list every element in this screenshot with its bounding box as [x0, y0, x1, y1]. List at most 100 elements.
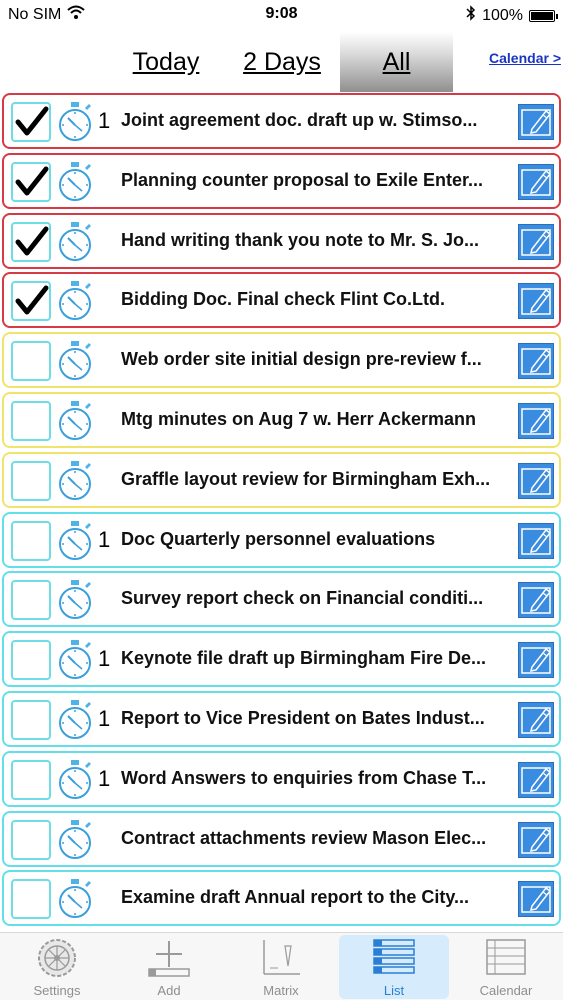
task-row-6[interactable]: Mtg minutes on Aug 7 w. Herr Ackermann	[2, 392, 561, 448]
edit-button[interactable]	[518, 164, 554, 200]
status-right: 100%	[466, 5, 558, 26]
task-checkbox[interactable]	[11, 281, 51, 321]
task-row-3[interactable]: Hand writing thank you note to Mr. S. Jo…	[2, 213, 561, 269]
task-checkbox[interactable]	[11, 760, 51, 800]
stopwatch-icon[interactable]	[56, 639, 94, 686]
stopwatch-icon[interactable]	[56, 460, 94, 507]
task-row-11[interactable]: 1 Report to Vice President on Bates Indu…	[2, 691, 561, 747]
edit-button[interactable]	[518, 702, 554, 738]
stopwatch-icon[interactable]	[56, 101, 94, 148]
tab-bar-label: Settings	[33, 983, 81, 998]
tab-bar-label: Add	[157, 983, 181, 998]
stopwatch-icon[interactable]	[56, 759, 94, 806]
task-row-13[interactable]: Contract attachments review Mason Elec..…	[2, 811, 561, 867]
bottom-tab-bar: Settings Add Matrix List Calendar	[0, 932, 563, 1000]
battery-icon	[529, 9, 558, 22]
task-title: Doc Quarterly personnel evaluations	[121, 529, 436, 549]
tab-all[interactable]: All	[340, 32, 453, 92]
timer-count: 1	[98, 706, 111, 731]
task-title: Bidding Doc. Final check Flint Co.Ltd.	[121, 289, 445, 309]
timer-count: 1	[98, 108, 111, 133]
task-title: Keynote file draft up Birmingham Fire De…	[121, 648, 487, 668]
edit-button[interactable]	[518, 283, 554, 319]
tab-bar-label: List	[383, 983, 405, 998]
task-title: Joint agreement doc. draft up w. Stimso.…	[121, 110, 478, 130]
task-checkbox[interactable]	[11, 162, 51, 202]
task-row-4[interactable]: Bidding Doc. Final check Flint Co.Ltd.	[2, 272, 561, 328]
stopwatch-icon[interactable]	[56, 520, 94, 567]
task-row-1[interactable]: 1 Joint agreement doc. draft up w. Stims…	[2, 93, 561, 149]
task-row-14[interactable]: Examine draft Annual report to the City.…	[2, 870, 561, 926]
task-checkbox[interactable]	[11, 401, 51, 441]
tab-bar-matrix[interactable]: Matrix	[226, 935, 336, 999]
edit-button[interactable]	[518, 822, 554, 858]
stopwatch-icon[interactable]	[56, 579, 94, 626]
edit-button[interactable]	[518, 642, 554, 678]
matrix-icon	[258, 938, 304, 983]
edit-button[interactable]	[518, 881, 554, 917]
task-row-7[interactable]: Graffle layout review for Birmingham Exh…	[2, 452, 561, 508]
task-checkbox[interactable]	[11, 580, 51, 620]
timer-count: 1	[98, 527, 111, 552]
bluetooth-icon	[466, 5, 476, 26]
task-checkbox[interactable]	[11, 521, 51, 561]
stopwatch-icon[interactable]	[56, 699, 94, 746]
task-checkbox[interactable]	[11, 222, 51, 262]
task-row-10[interactable]: 1 Keynote file draft up Birmingham Fire …	[2, 631, 561, 687]
task-checkbox[interactable]	[11, 461, 51, 501]
stopwatch-icon[interactable]	[56, 878, 94, 925]
tab-bar-label: Matrix	[263, 983, 299, 998]
task-row-2[interactable]: Planning counter proposal to Exile Enter…	[2, 153, 561, 209]
edit-button[interactable]	[518, 343, 554, 379]
plus-icon	[146, 938, 192, 983]
task-row-12[interactable]: 1 Word Answers to enquiries from Chase T…	[2, 751, 561, 807]
task-row-9[interactable]: Survey report check on Financial conditi…	[2, 571, 561, 627]
task-title: Survey report check on Financial conditi…	[121, 588, 484, 608]
task-checkbox[interactable]	[11, 640, 51, 680]
task-checkbox[interactable]	[11, 879, 51, 919]
task-row-5[interactable]: Web order site initial design pre-review…	[2, 332, 561, 388]
stopwatch-icon[interactable]	[56, 161, 94, 208]
edit-button[interactable]	[518, 762, 554, 798]
task-checkbox[interactable]	[11, 820, 51, 860]
status-bar: No SIM 9:08 100%	[0, 0, 563, 30]
tab-bar-label: Calendar	[479, 983, 533, 998]
tab-bar-settings[interactable]: Settings	[2, 935, 112, 999]
task-checkbox[interactable]	[11, 341, 51, 381]
edit-button[interactable]	[518, 582, 554, 618]
task-title: Mtg minutes on Aug 7 w. Herr Ackermann	[121, 409, 477, 429]
tab-bar-add[interactable]: Add	[114, 935, 224, 999]
edit-button[interactable]	[518, 224, 554, 260]
timer-count: 1	[98, 646, 111, 671]
stopwatch-icon[interactable]	[56, 400, 94, 447]
task-row-8[interactable]: 1 Doc Quarterly personnel evaluations	[2, 512, 561, 568]
stopwatch-icon[interactable]	[56, 221, 94, 268]
task-title: Web order site initial design pre-review…	[121, 349, 482, 369]
calendar-link[interactable]: Calendar >	[489, 50, 561, 66]
edit-button[interactable]	[518, 403, 554, 439]
edit-button[interactable]	[518, 523, 554, 559]
tab-bar-calendar[interactable]: Calendar	[451, 935, 561, 999]
tab-today[interactable]: Today	[110, 32, 222, 92]
task-title: Planning counter proposal to Exile Enter…	[121, 170, 484, 190]
task-title: Examine draft Annual report to the City.…	[121, 887, 470, 907]
edit-button[interactable]	[518, 104, 554, 140]
calendar-icon	[483, 938, 529, 983]
tab-2-days[interactable]: 2 Days	[228, 32, 336, 92]
stopwatch-icon[interactable]	[56, 819, 94, 866]
stopwatch-icon[interactable]	[56, 340, 94, 387]
tab-bar-list[interactable]: List	[339, 935, 449, 999]
filter-tabs: Today 2 Days All Calendar >	[0, 32, 563, 92]
task-title: Word Answers to enquiries from Chase T..…	[121, 768, 487, 788]
battery-level	[531, 11, 553, 20]
task-checkbox[interactable]	[11, 700, 51, 740]
task-checkbox[interactable]	[11, 102, 51, 142]
task-title: Report to Vice President on Bates Indust…	[121, 708, 485, 728]
task-title: Graffle layout review for Birmingham Exh…	[121, 469, 491, 489]
timer-count: 1	[98, 766, 111, 791]
list-icon	[371, 938, 417, 983]
edit-button[interactable]	[518, 463, 554, 499]
stopwatch-icon[interactable]	[56, 280, 94, 327]
battery-percent: 100%	[482, 6, 523, 24]
task-title: Contract attachments review Mason Elec..…	[121, 828, 487, 848]
